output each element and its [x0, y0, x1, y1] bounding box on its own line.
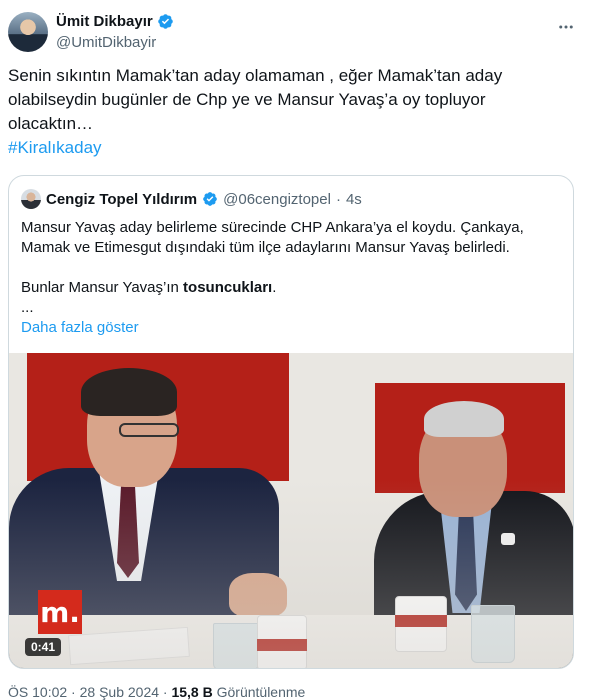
quote-header: Cengiz Topel Yıldırım @06cengiztopel · 4… [21, 188, 362, 210]
show-more-link[interactable]: Daha fazla göster [21, 318, 561, 338]
tweet-meta: ÖS 10:02 · 28 Şub 2024 · 15,8 B Görüntül… [8, 684, 305, 700]
author-handle[interactable]: @UmitDikbayir [56, 34, 156, 51]
quote-body: Mansur Yavaş aday belirleme sürecinde CH… [21, 218, 561, 338]
quote-ellipsis: ... [21, 299, 34, 316]
channel-logo-badge: m. [38, 590, 82, 634]
quote-paragraph-2-prefix: Bunlar Mansur Yavaş’ın [21, 279, 184, 296]
view-count[interactable]: 15,8 B [171, 684, 212, 700]
more-horizontal-icon [559, 25, 573, 29]
video-duration: 0:41 [25, 638, 62, 656]
quote-avatar [21, 189, 41, 209]
tweet-date[interactable]: 28 Şub 2024 [80, 684, 159, 700]
quote-author-handle: @06cengiztopel [223, 190, 331, 208]
tweet-body: Senin sıkıntın Mamak’tan aday olamaman ,… [8, 64, 568, 160]
tweet-time[interactable]: ÖS 10:02 [8, 684, 67, 700]
quote-separator: · [335, 190, 341, 208]
author-name-row[interactable]: Ümit Dikbayır [56, 13, 174, 30]
view-count-label: Görüntülenme [216, 684, 306, 700]
quote-author-name: Cengiz Topel Yıldırım [46, 190, 198, 208]
quote-paragraph-2: Bunlar Mansur Yavaş’ın tosuncukları. [21, 278, 561, 298]
hashtag-link[interactable]: #Kiralıkaday [8, 136, 568, 160]
meta-separator: · [71, 684, 76, 700]
avatar[interactable] [8, 12, 48, 52]
quote-paragraph-2-bold: tosuncukları [183, 279, 273, 296]
quote-paragraph-1: Mansur Yavaş aday belirleme sürecinde CH… [21, 219, 524, 256]
more-options-button[interactable] [555, 16, 577, 38]
author-name[interactable]: Ümit Dikbayır [56, 13, 153, 30]
quote-paragraph-2-suffix: . [272, 279, 277, 296]
meta-separator: · [162, 684, 168, 700]
quote-time: 4s [345, 190, 362, 208]
quoted-tweet[interactable]: Cengiz Topel Yıldırım @06cengiztopel · 4… [8, 175, 574, 669]
tweet-header: Ümit Dikbayır @UmitDikbayir [8, 10, 581, 54]
tweet-text: Senin sıkıntın Mamak’tan aday olamaman ,… [8, 66, 503, 133]
video-player[interactable]: m. 0:41 [9, 353, 573, 668]
video-shade [9, 353, 573, 668]
verified-badge-icon [203, 192, 217, 206]
verified-badge-icon [157, 14, 173, 29]
